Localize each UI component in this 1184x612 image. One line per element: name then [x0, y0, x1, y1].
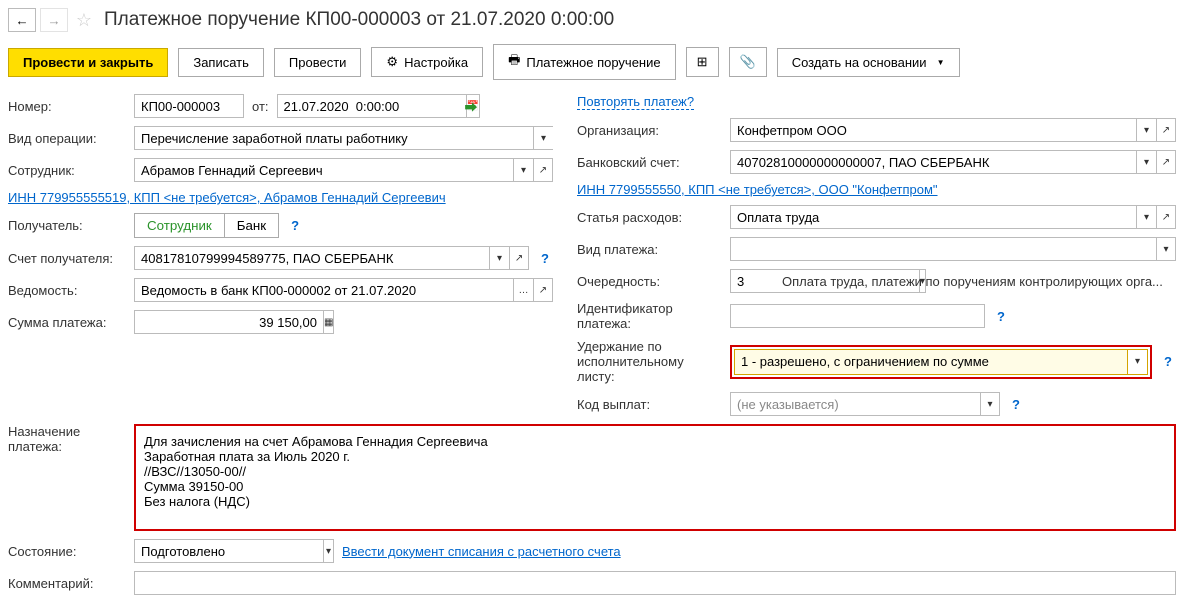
bank-account-label: Банковский счет:	[577, 155, 722, 170]
comment-label: Комментарий:	[8, 576, 126, 591]
retention-label: Удержание по исполнительному листу:	[577, 339, 722, 384]
dropdown-icon[interactable]: ▾	[1156, 237, 1176, 261]
comment-input[interactable]	[134, 571, 1176, 595]
number-input[interactable]	[134, 94, 244, 118]
recipient-account-input[interactable]	[134, 246, 489, 270]
repeat-payment-link[interactable]: Повторять платеж?	[577, 94, 694, 110]
bank-account-input[interactable]	[730, 150, 1136, 174]
create-based-button[interactable]: Создать на основании	[777, 48, 960, 77]
inn-right-link[interactable]: ИНН 7799555550, КПП <не требуется>, ООО …	[577, 182, 938, 197]
recipient-account-label: Счет получателя:	[8, 251, 126, 266]
post-and-close-button[interactable]: Провести и закрыть	[8, 48, 168, 77]
print-button[interactable]: 🖶 Платежное поручение	[493, 44, 676, 80]
purpose-label: Назначение платежа:	[8, 424, 126, 454]
dropdown-icon[interactable]: ▾	[980, 392, 1000, 416]
payment-id-label: Идентификатор платежа:	[577, 301, 722, 331]
payout-code-label: Код выплат:	[577, 397, 722, 412]
open-icon[interactable]: ↗	[1156, 150, 1176, 174]
payment-sum-input[interactable]	[134, 310, 323, 334]
dropdown-icon[interactable]: ▾	[1136, 118, 1156, 142]
inn-left-link[interactable]: ИНН 779955555519, КПП <не требуется>, Аб…	[8, 190, 446, 205]
open-icon[interactable]: ↗	[509, 246, 529, 270]
dropdown-icon[interactable]: ▾	[323, 539, 334, 563]
state-label: Состояние:	[8, 544, 126, 559]
payout-code-input[interactable]	[730, 392, 980, 416]
date-input[interactable]	[277, 94, 466, 118]
help-icon[interactable]: ?	[993, 309, 1009, 324]
post-button[interactable]: Провести	[274, 48, 362, 77]
open-icon[interactable]: ↗	[533, 158, 553, 182]
ellipsis-icon[interactable]: …	[513, 278, 533, 302]
employee-label: Сотрудник:	[8, 163, 126, 178]
recipient-label: Получатель:	[8, 218, 126, 233]
open-icon[interactable]: ↗	[1156, 205, 1176, 229]
statement-label: Ведомость:	[8, 283, 126, 298]
priority-label: Очередность:	[577, 274, 722, 289]
operation-type-label: Вид операции:	[8, 131, 126, 146]
nav-forward-button: →	[40, 8, 68, 32]
payment-id-input[interactable]	[730, 304, 985, 328]
dropdown-icon[interactable]: ▾	[533, 126, 553, 150]
help-icon[interactable]: ?	[287, 218, 303, 233]
page-title: Платежное поручение КП00-000003 от 21.07…	[104, 9, 614, 31]
payment-sum-label: Сумма платежа:	[8, 315, 126, 330]
help-icon[interactable]: ?	[1008, 397, 1024, 412]
open-icon[interactable]: ↗	[1156, 118, 1176, 142]
settings-button[interactable]: ⚙ Настройка	[371, 47, 483, 77]
structure-icon: ⊞	[697, 54, 708, 70]
dropdown-icon[interactable]: ▾	[1127, 350, 1147, 374]
employee-input[interactable]	[134, 158, 513, 182]
expense-item-input[interactable]	[730, 205, 1136, 229]
organization-label: Организация:	[577, 123, 722, 138]
recipient-toggle: Сотрудник Банк	[134, 213, 279, 238]
gear-icon: ⚙	[386, 54, 398, 70]
paperclip-icon: 📎	[740, 54, 756, 70]
printer-icon: 🖶	[508, 51, 520, 73]
statement-input[interactable]	[134, 278, 513, 302]
help-icon[interactable]: ?	[537, 251, 553, 266]
dropdown-icon[interactable]: ▾	[489, 246, 509, 270]
recipient-employee-toggle[interactable]: Сотрудник	[135, 214, 225, 237]
state-link[interactable]: Ввести документ списания с расчетного сч…	[342, 544, 621, 559]
purpose-textarea[interactable]	[138, 428, 1172, 524]
retention-input[interactable]	[735, 350, 1127, 374]
favorite-star-icon[interactable]: ☆	[72, 8, 96, 32]
recipient-bank-toggle[interactable]: Банк	[225, 214, 278, 237]
expense-item-label: Статья расходов:	[577, 210, 722, 225]
help-icon[interactable]: ?	[1160, 354, 1176, 369]
calculator-icon[interactable]: ▦	[323, 310, 334, 334]
number-label: Номер:	[8, 99, 126, 114]
payment-type-input[interactable]	[730, 237, 1156, 261]
payment-type-label: Вид платежа:	[577, 242, 722, 257]
dropdown-icon[interactable]: ▾	[1136, 205, 1156, 229]
state-input[interactable]	[134, 539, 323, 563]
special-action-icon[interactable]: ⮕	[465, 97, 478, 116]
save-button[interactable]: Записать	[178, 48, 264, 77]
dropdown-icon[interactable]: ▾	[1136, 150, 1156, 174]
organization-input[interactable]	[730, 118, 1136, 142]
priority-text: Оплата труда, платежи по поручениям конт…	[782, 274, 1176, 289]
nav-back-button[interactable]: ←	[8, 8, 36, 32]
dropdown-icon[interactable]: ▾	[513, 158, 533, 182]
date-from-label: от:	[252, 99, 269, 114]
attach-button[interactable]: 📎	[729, 47, 767, 77]
structure-button[interactable]: ⊞	[686, 47, 719, 77]
operation-type-input[interactable]	[134, 126, 533, 150]
open-icon[interactable]: ↗	[533, 278, 553, 302]
